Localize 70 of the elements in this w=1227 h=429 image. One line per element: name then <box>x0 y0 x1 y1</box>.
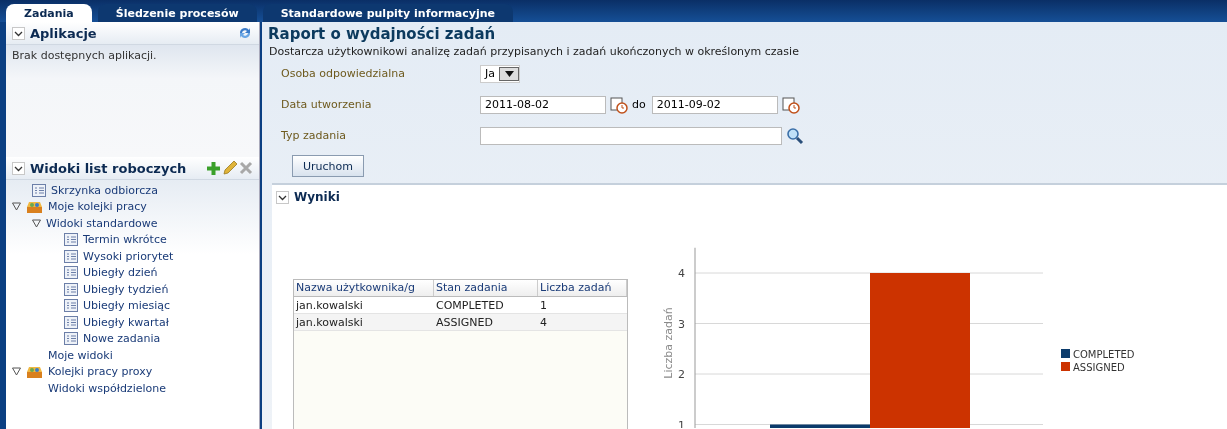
expand-triangle-icon[interactable] <box>12 202 21 212</box>
calendar-clock-icon[interactable] <box>781 95 800 114</box>
legend-label: ASSIGNED <box>1073 362 1125 373</box>
tree-item[interactable]: Widoki standardowe <box>46 216 158 230</box>
tree-item[interactable]: Termin wkrótce <box>83 233 167 247</box>
field-label: Data utworzenia <box>281 98 373 111</box>
tray-icon <box>26 199 43 214</box>
list-icon <box>64 299 78 313</box>
table-cell-text: jan.kowalski <box>295 315 364 329</box>
panel-title: Widoki list roboczych <box>30 160 188 176</box>
add-icon[interactable] <box>206 160 221 176</box>
tree-item[interactable]: Nowe zadania <box>83 332 161 346</box>
table-cell-text: jan.kowalski <box>295 298 364 312</box>
field-label: Osoba odpowiedzialna <box>281 67 406 80</box>
tray-icon <box>26 364 43 379</box>
field-label: Typ zadania <box>281 129 347 142</box>
list-icon <box>32 183 46 197</box>
collapse-icon[interactable] <box>12 26 25 40</box>
expand-triangle-icon[interactable] <box>32 218 41 228</box>
pencil-icon[interactable] <box>222 160 238 176</box>
y-tick-label: 1 <box>678 418 685 428</box>
list-icon <box>64 282 78 296</box>
tab[interactable]: Standardowe pulpity informacyjne <box>262 4 514 22</box>
column-header[interactable]: Liczba zadań <box>538 280 627 296</box>
empty-message: Brak dostępnych aplikacji. <box>12 49 157 62</box>
y-tick-label: 2 <box>678 368 685 381</box>
y-tick-label: 4 <box>678 267 685 280</box>
tree-item[interactable]: Skrzynka odbiorcza <box>51 183 158 197</box>
dropdown-arrow-icon <box>504 70 514 77</box>
y-axis-label: Liczba zadań <box>662 307 675 379</box>
table-cell-text: 1 <box>539 298 548 312</box>
tree-item[interactable]: Kolejki pracy proxy <box>48 365 153 379</box>
run-button[interactable]: Uruchom <box>292 155 364 177</box>
tree-item[interactable]: Moje kolejki pracy <box>48 200 147 214</box>
task-type-field[interactable] <box>480 126 782 145</box>
list-icon <box>64 249 78 263</box>
refresh-icon[interactable] <box>237 25 253 41</box>
panel-title: Aplikacje <box>30 25 98 41</box>
table-cell-text: 4 <box>539 315 548 329</box>
table-cell-text: ASSIGNED <box>435 315 494 329</box>
tree-item[interactable]: Widoki współdzielone <box>48 381 166 395</box>
collapse-icon[interactable] <box>12 161 25 175</box>
date-from-field[interactable]: 2011-08-02 <box>480 95 606 114</box>
search-icon[interactable] <box>786 126 804 145</box>
tree-item[interactable]: Wysoki priorytet <box>83 249 174 263</box>
tree-item[interactable]: Ubiegły kwartał <box>83 315 169 329</box>
y-tick-label: 3 <box>678 317 685 331</box>
legend-label: COMPLETED <box>1073 349 1135 360</box>
calendar-clock-icon[interactable] <box>610 95 628 114</box>
date-separator: do <box>632 98 646 111</box>
expand-triangle-icon[interactable] <box>12 367 21 377</box>
date-to-field[interactable]: 2011-09-02 <box>651 95 778 114</box>
column-header[interactable]: Nazwa użytkownika/g <box>294 280 434 296</box>
assignee-dropdown[interactable]: Ja <box>480 64 520 83</box>
tree-item[interactable]: Ubiegły tydzień <box>83 282 169 296</box>
column-header[interactable]: Stan zadania <box>434 280 538 296</box>
tree-item[interactable]: Ubiegły dzień <box>83 266 158 280</box>
report-title: Raport o wydajności zadań <box>268 25 497 43</box>
list-icon <box>64 332 78 346</box>
tab[interactable]: Zadania <box>6 4 92 22</box>
list-icon <box>64 315 78 329</box>
collapse-icon[interactable] <box>276 190 289 204</box>
list-icon <box>64 233 78 247</box>
table-cell-text: COMPLETED <box>435 298 505 312</box>
tree-item[interactable]: Ubiegły miesiąc <box>83 299 171 313</box>
report-description: Dostarcza użytkownikowi analizę zadań przypisanych i zadań ukończonych w określonym czasie <box>269 45 800 58</box>
tab[interactable]: Śledzenie procesów <box>97 4 257 22</box>
list-icon <box>64 266 78 280</box>
tree-item[interactable]: Moje widoki <box>48 348 113 362</box>
results-title: Wyniki <box>294 190 341 204</box>
